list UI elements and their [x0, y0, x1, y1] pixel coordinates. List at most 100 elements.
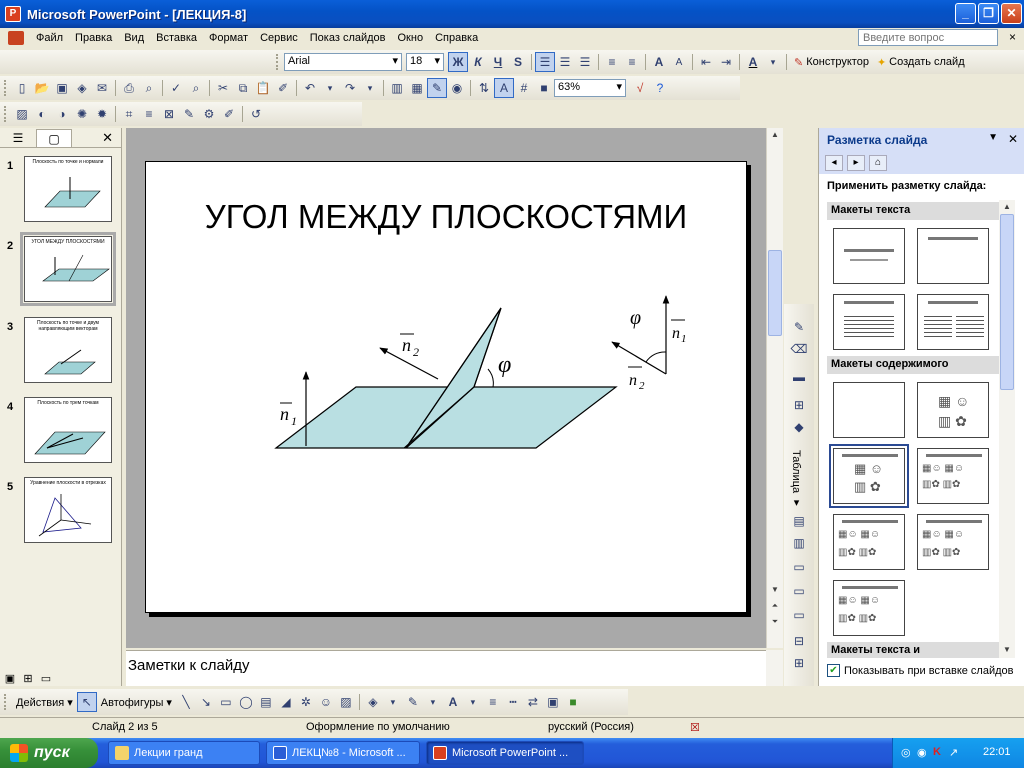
slide-thumbnail-selected[interactable]: Угол между плоскостями	[20, 232, 116, 306]
align-right-icon[interactable]: ☰	[575, 52, 595, 72]
align-left-icon[interactable]: ☰	[535, 52, 555, 72]
task-pane-dropdown-icon[interactable]: ▼	[988, 132, 998, 143]
slide-thumbnail-row[interactable]: 2 Угол между плоскостями	[0, 232, 122, 306]
font-color-dropdown-icon[interactable]: ▾	[763, 52, 783, 72]
show-grid-icon[interactable]: #	[514, 78, 534, 98]
slide-thumbnail-row[interactable]: 5 Уравнение плоскости в отрезках	[0, 477, 122, 545]
align-center-icon[interactable]: ☰	[555, 52, 575, 72]
insert-picture-icon[interactable]: ◉	[447, 78, 467, 98]
slide-thumbnail[interactable]: Плоскость по точке и двум направляющим в…	[24, 317, 112, 383]
document-icon[interactable]	[8, 31, 24, 45]
more-contrast-icon[interactable]: ◐	[32, 104, 52, 124]
arrow-style-icon[interactable]: ⇄	[523, 692, 543, 712]
copy-icon[interactable]: ⧉	[233, 78, 253, 98]
undo-dropdown-icon[interactable]: ▾	[320, 78, 340, 98]
taskbar-item-powerpoint[interactable]: Microsoft PowerPoint ...	[426, 741, 584, 765]
eraser-icon[interactable]: ⌫	[790, 342, 808, 360]
format-painter-icon[interactable]: ✐	[273, 78, 293, 98]
toolbar-grip[interactable]	[4, 80, 8, 96]
normal-view-icon[interactable]: ▣	[2, 672, 18, 686]
less-contrast-icon[interactable]: ◑	[52, 104, 72, 124]
next-slide-icon[interactable]: ⏷	[768, 616, 782, 628]
tray-antivirus-icon[interactable]: K	[933, 746, 941, 758]
layout-title-slide[interactable]	[833, 228, 905, 284]
table-menu-button[interactable]: Таблица ▾	[790, 450, 803, 509]
layout-content-two-content[interactable]: ▦☺ ▦☺ ▥✿ ▥✿	[917, 514, 989, 570]
align-bottom-icon[interactable]: ▭	[790, 608, 808, 626]
menu-insert[interactable]: Вставка	[150, 32, 203, 44]
reset-picture-icon[interactable]: ↺	[246, 104, 266, 124]
open-icon[interactable]: 📂	[32, 78, 52, 98]
insert-picture-icon[interactable]: ▨	[336, 692, 356, 712]
designer-button[interactable]: ✎ Конструктор	[790, 56, 873, 69]
task-pane-close-icon[interactable]: ✕	[1008, 132, 1018, 146]
shrink-font-icon[interactable]: A	[669, 52, 689, 72]
show-on-insert-checkbox[interactable]: ✔	[827, 664, 840, 677]
slide-sorter-view-icon[interactable]: ⊞	[20, 672, 36, 686]
slides-panel-close-icon[interactable]: ✕	[102, 130, 113, 146]
recolor-icon[interactable]: ✎	[179, 104, 199, 124]
redo-dropdown-icon[interactable]: ▾	[360, 78, 380, 98]
tray-clock[interactable]: 22:01	[983, 746, 1011, 758]
scrollbar-thumb[interactable]	[768, 250, 782, 336]
increase-indent-icon[interactable]: ⇥	[716, 52, 736, 72]
start-button[interactable]: пуск	[0, 738, 98, 768]
menu-slideshow[interactable]: Показ слайдов	[304, 32, 392, 44]
font-color-icon[interactable]: A	[443, 692, 463, 712]
font-size-select[interactable]: 18	[406, 53, 444, 71]
format-picture-icon[interactable]: ⚙	[199, 104, 219, 124]
notes-scrollbar[interactable]	[766, 650, 783, 686]
crop-icon[interactable]: ⌗	[119, 104, 139, 124]
shadow-style-icon[interactable]: ▣	[543, 692, 563, 712]
home-icon[interactable]: ⌂	[869, 155, 887, 171]
select-objects-icon[interactable]: ↖	[76, 692, 97, 712]
slides-tab[interactable]: ▢	[36, 128, 72, 147]
split-cell-icon[interactable]: ▥	[790, 536, 808, 554]
grow-font-button[interactable]: A	[649, 52, 669, 72]
paste-icon[interactable]: 📋	[253, 78, 273, 98]
menu-view[interactable]: Вид	[118, 32, 150, 44]
font-name-select[interactable]: Arial	[284, 53, 402, 71]
outline-tab[interactable]: ☰	[0, 129, 36, 147]
slide-scrollbar[interactable]: ▲ ▼ ⏶ ⏷	[766, 128, 783, 648]
fill-color-dropdown-icon[interactable]: ▾	[383, 692, 403, 712]
scroll-up-icon[interactable]: ▲	[1000, 201, 1014, 213]
more-brightness-icon[interactable]: ✺	[72, 104, 92, 124]
text-box-icon[interactable]: ▤	[256, 692, 276, 712]
scrollbar-thumb[interactable]	[1000, 214, 1014, 390]
close-button[interactable]: ✕	[1001, 3, 1022, 24]
line-style-icon[interactable]: ≡	[483, 692, 503, 712]
new-slide-button[interactable]: ✦ Создать слайд	[873, 56, 969, 69]
arrow-icon[interactable]: ↘	[196, 692, 216, 712]
italic-button[interactable]: К	[468, 52, 488, 72]
slideshow-view-icon[interactable]: ▭	[38, 672, 54, 686]
fill-color-icon[interactable]: ◈	[363, 692, 383, 712]
task-pane-scrollbar[interactable]: ▲ ▼	[999, 200, 1015, 658]
insert-table-icon[interactable]: ▦	[407, 78, 427, 98]
oval-icon[interactable]: ◯	[236, 692, 256, 712]
menu-tools[interactable]: Сервис	[254, 32, 304, 44]
set-transparent-icon[interactable]: ✐	[219, 104, 239, 124]
new-file-icon[interactable]: ▯	[12, 78, 32, 98]
slide-thumbnail[interactable]: Плоскость по точке и нормали	[24, 156, 112, 222]
minimize-button[interactable]: _	[955, 3, 976, 24]
bullets-icon[interactable]: ≡	[622, 52, 642, 72]
line-style-icon[interactable]: ≡	[139, 104, 159, 124]
research-icon[interactable]: ⌕	[186, 78, 206, 98]
layout-title-two-content-over-content[interactable]: ▦☺ ▦☺ ▥✿ ▥✿	[833, 514, 905, 570]
bold-button[interactable]: Ж	[448, 52, 468, 72]
compress-icon[interactable]: ⊠	[159, 104, 179, 124]
layout-title-only[interactable]	[917, 228, 989, 284]
close-document-button[interactable]: ×	[1009, 30, 1016, 44]
slide-thumbnail[interactable]: Уравнение плоскости в отрезках	[24, 477, 112, 543]
distribute-rows-icon[interactable]: ⊟	[790, 634, 808, 652]
decrease-indent-icon[interactable]: ⇤	[696, 52, 716, 72]
autoshapes-menu[interactable]: Автофигуры ▾	[97, 696, 176, 709]
line-icon[interactable]: ╲	[176, 692, 196, 712]
expand-all-icon[interactable]: ⇅	[474, 78, 494, 98]
undo-icon[interactable]: ↶	[300, 78, 320, 98]
tray-volume-icon[interactable]: ◉	[917, 746, 927, 759]
scroll-down-icon[interactable]: ▼	[1000, 644, 1014, 656]
menu-edit[interactable]: Правка	[69, 32, 118, 44]
border-style-icon[interactable]: ▬	[790, 370, 808, 388]
